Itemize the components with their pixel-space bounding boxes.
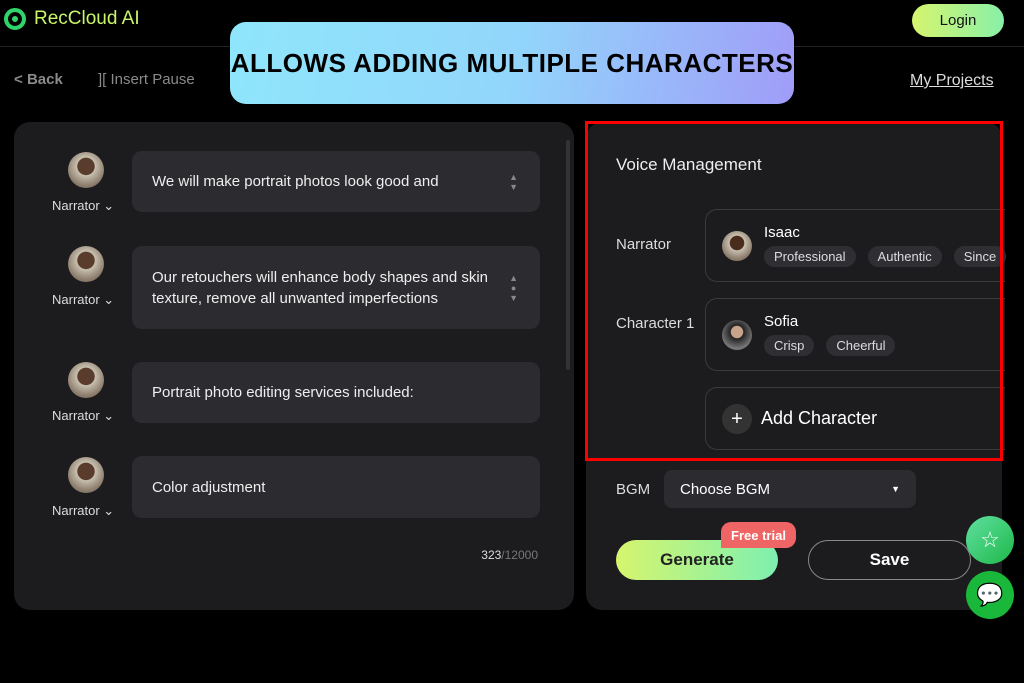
caret-down-icon: ▼ (891, 484, 900, 494)
back-label: Back (26, 71, 63, 88)
avatar (68, 362, 104, 398)
avatar (68, 246, 104, 282)
bgm-select[interactable]: Choose BGM ▼ (664, 470, 916, 508)
chat-icon[interactable]: 💬 (966, 571, 1014, 619)
speaker-label: Narrator (52, 198, 100, 213)
speaker-label: Narrator (52, 408, 100, 423)
app-name: RecCloud AI (34, 8, 140, 29)
bgm-label: BGM (616, 481, 651, 498)
back-button[interactable]: < Back (14, 71, 63, 88)
chevron-left-icon: < (14, 71, 27, 88)
feature-banner: ALLOWS ADDING MULTIPLE CHARACTERS (230, 22, 794, 104)
scrollbar[interactable] (566, 140, 570, 370)
char-count: 323/12000 (481, 548, 538, 562)
line-text: Color adjustment (152, 478, 266, 496)
script-line[interactable]: Portrait photo editing services included… (132, 362, 540, 423)
speaker-label: Narrator (52, 503, 100, 518)
pause-icon: ][ (98, 71, 111, 88)
speaker-select[interactable]: Narrator ⌄ (52, 198, 114, 214)
reorder-icon[interactable]: ▲ ● ▼ (509, 273, 518, 303)
reorder-icon[interactable]: ▲ ▼ (509, 172, 518, 192)
free-trial-badge: Free trial (721, 522, 796, 548)
avatar (68, 457, 104, 493)
my-projects-link[interactable]: My Projects (910, 72, 994, 90)
line-text: Our retouchers will enhance body shapes … (152, 268, 489, 307)
speaker-label: Narrator (52, 292, 100, 307)
bgm-value: Choose BGM (680, 480, 771, 498)
highlight-box (585, 121, 1003, 461)
line-text: Portrait photo editing services included… (152, 384, 414, 401)
script-line[interactable]: Color adjustment (132, 456, 540, 518)
save-button[interactable]: Save (808, 540, 971, 580)
insert-pause-button[interactable]: ][ Insert Pause (98, 71, 195, 88)
login-button[interactable]: Login (912, 4, 1004, 37)
avatar (68, 152, 104, 188)
insert-pause-label: Insert Pause (110, 71, 195, 88)
script-line[interactable]: We will make portrait photos look good a… (132, 151, 540, 212)
logo-icon (4, 8, 26, 30)
char-count-value: 323 (481, 548, 502, 562)
star-icon[interactable]: ☆ (966, 516, 1014, 564)
speaker-select[interactable]: Narrator ⌄ (52, 408, 114, 424)
script-line[interactable]: Our retouchers will enhance body shapes … (132, 246, 540, 329)
speaker-select[interactable]: Narrator ⌄ (52, 292, 114, 308)
app-logo[interactable]: RecCloud AI (4, 8, 140, 30)
script-editor: Narrator ⌄ We will make portrait photos … (14, 122, 574, 610)
line-text: We will make portrait photos look good a… (152, 173, 439, 190)
speaker-select[interactable]: Narrator ⌄ (52, 503, 114, 519)
char-count-max: /12000 (501, 548, 538, 562)
